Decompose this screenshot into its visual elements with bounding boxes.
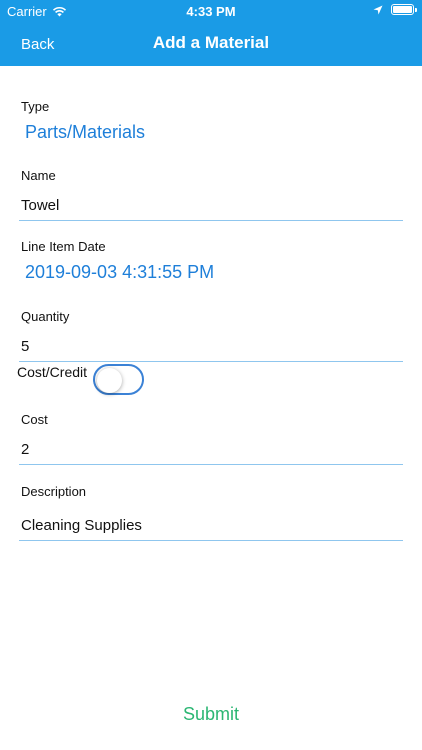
cost-field-container	[19, 441, 403, 465]
cost-credit-toggle[interactable]	[93, 364, 144, 395]
description-field[interactable]	[19, 517, 403, 534]
status-right	[373, 4, 417, 15]
toggle-knob	[97, 367, 122, 393]
quantity-field-container	[19, 338, 403, 362]
name-field[interactable]	[19, 197, 403, 214]
cost-field[interactable]	[19, 441, 403, 458]
type-label: Type	[21, 99, 50, 114]
status-time: 4:33 PM	[186, 4, 236, 19]
description-field-container	[19, 517, 403, 541]
name-field-container	[19, 197, 403, 221]
line-item-date-picker[interactable]: 2019-09-03 4:31:55 PM	[25, 262, 214, 283]
battery-icon	[391, 4, 417, 15]
cost-label: Cost	[21, 412, 48, 427]
nav-bar: Carrier 4:33 PM Back Add a Material	[0, 0, 422, 66]
line-item-date-label: Line Item Date	[21, 239, 106, 254]
page-title: Add a Material	[152, 33, 270, 52]
name-label: Name	[21, 168, 56, 183]
description-label: Description	[21, 484, 87, 499]
submit-button[interactable]: Submit	[0, 704, 422, 725]
quantity-field[interactable]	[19, 338, 403, 355]
quantity-label: Quantity	[21, 309, 70, 324]
cost-credit-label: Cost/Credit	[17, 364, 88, 380]
status-bar: Carrier 4:33 PM	[0, 0, 422, 22]
type-selector[interactable]: Parts/Materials	[25, 122, 145, 143]
location-arrow-icon	[373, 5, 383, 14]
